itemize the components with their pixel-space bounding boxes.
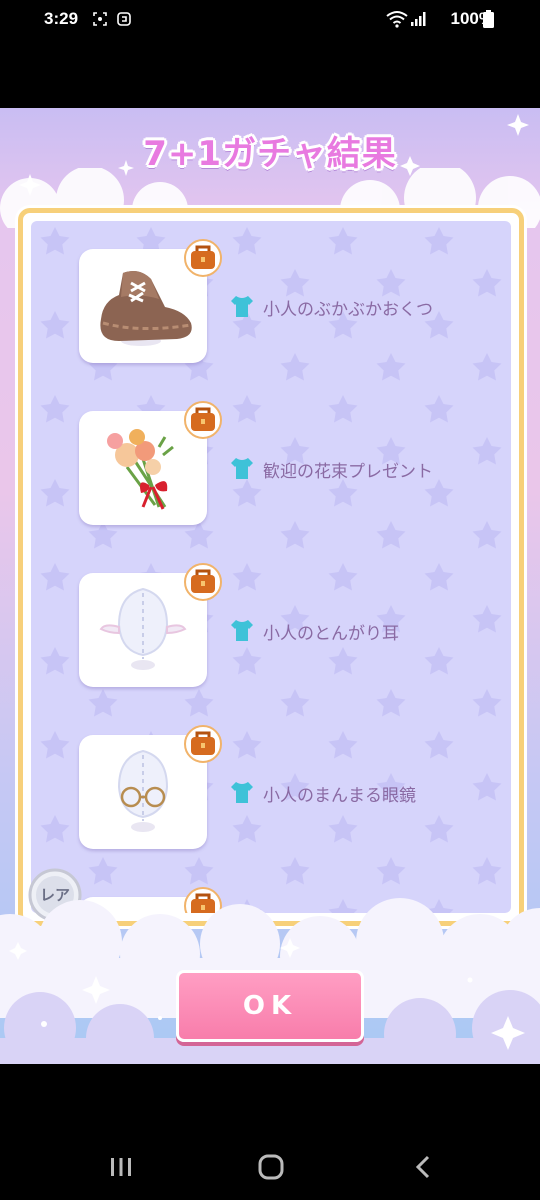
bag-badge-icon: [184, 239, 222, 277]
ok-button[interactable]: OK: [176, 970, 364, 1042]
results-panel: 小人のぶかぶかおくつ 歓迎の花束プレゼント 小人のとんがり耳 小人のまんまる眼鏡: [18, 208, 524, 926]
back-icon[interactable]: [414, 1154, 432, 1180]
result-item[interactable]: 歓迎の花束プレゼント: [79, 401, 511, 531]
screenshot-icon: [93, 12, 107, 26]
signal-icon: [411, 12, 426, 26]
bag-badge-icon: [184, 725, 222, 763]
recent-apps-icon[interactable]: [108, 1156, 134, 1178]
status-time: 3:29: [44, 9, 79, 28]
item-name: 小人のまんまる眼鏡: [263, 786, 416, 806]
result-item[interactable]: 小人のぶかぶかおくつ: [79, 239, 511, 369]
item-name: 小人のとんがり耳: [263, 624, 399, 644]
app-notification-icon: [117, 12, 131, 26]
wifi-icon: [386, 11, 408, 28]
results-list[interactable]: 小人のぶかぶかおくつ 歓迎の花束プレゼント 小人のとんがり耳 小人のまんまる眼鏡: [31, 221, 511, 913]
clothing-icon: [231, 296, 253, 317]
title-sparkles: [19, 114, 529, 196]
bag-badge-icon: [184, 401, 222, 439]
item-name: 歓迎の花束プレゼント: [263, 462, 433, 482]
home-icon[interactable]: [258, 1154, 284, 1180]
android-nav-bar: [0, 1130, 540, 1200]
status-bar: 3:29 100%: [0, 0, 540, 40]
clothing-icon: [231, 620, 253, 641]
result-item[interactable]: 小人のまんまる眼鏡: [79, 725, 511, 855]
clothing-icon: [231, 458, 253, 479]
battery-icon: [483, 10, 494, 28]
clothing-icon: [231, 782, 253, 803]
bag-badge-icon: [184, 563, 222, 601]
item-name: 小人のぶかぶかおくつ: [263, 300, 433, 320]
gacha-result-screen: 7+1ガチャ結果 小人のぶかぶかおくつ 歓迎の花束プレゼント 小人のとんがり耳 …: [0, 108, 540, 1064]
result-item[interactable]: 小人のとんがり耳: [79, 563, 511, 693]
